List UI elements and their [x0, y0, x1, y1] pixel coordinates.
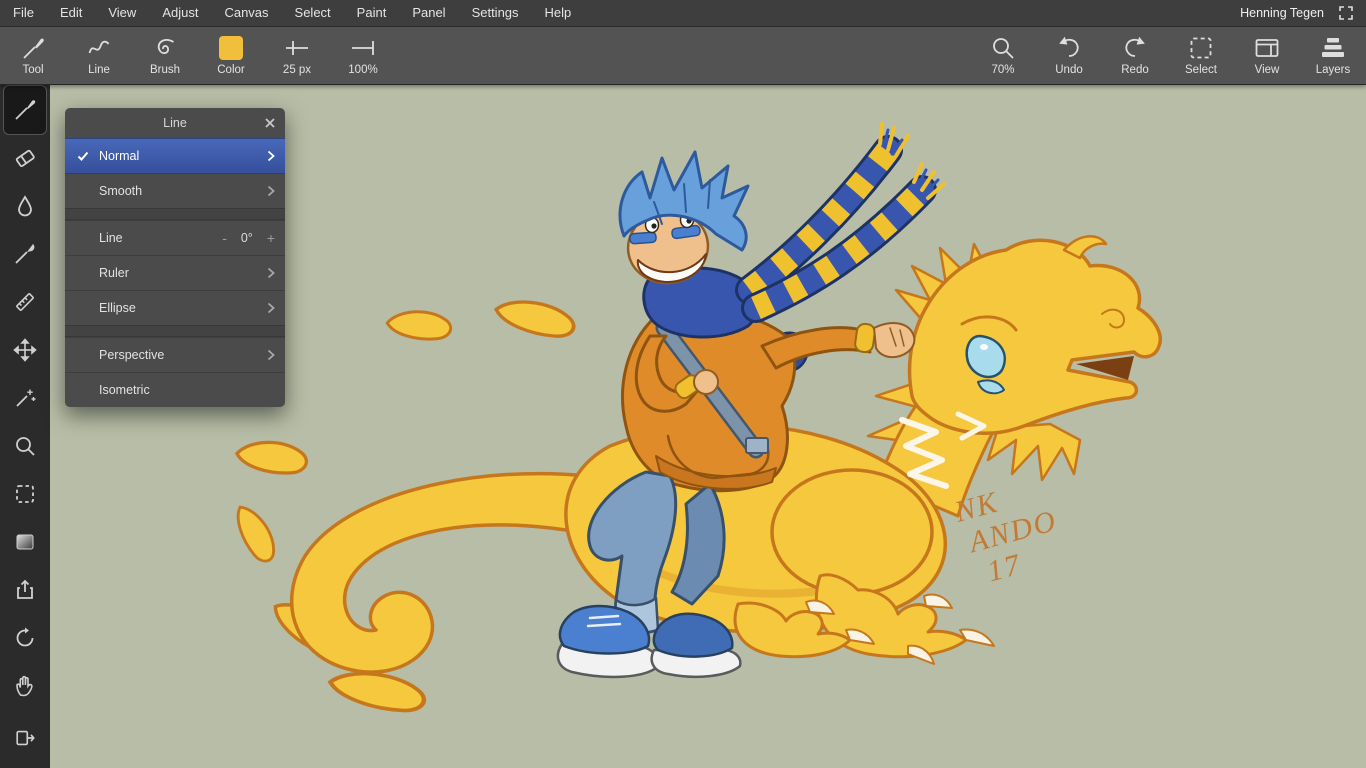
gradient-icon	[13, 530, 37, 554]
menu-help[interactable]: Help	[532, 0, 585, 26]
rotate-reset-icon	[13, 626, 37, 650]
line-button[interactable]: Line	[66, 27, 132, 84]
hand-icon	[13, 674, 37, 698]
chevron-right-icon	[267, 302, 275, 314]
menu-edit[interactable]: Edit	[47, 0, 95, 26]
move-icon	[13, 338, 37, 362]
layers-icon	[1320, 35, 1346, 61]
brush-button[interactable]: Brush	[132, 27, 198, 84]
color-button[interactable]: Color	[198, 27, 264, 84]
panel-row-ruler[interactable]: Ruler	[65, 255, 285, 290]
collapse-panel-button[interactable]	[4, 714, 46, 762]
chevron-right-icon	[267, 267, 275, 279]
opacity-button[interactable]: 100%	[330, 27, 396, 84]
size-slider-icon	[284, 35, 310, 61]
brush-size-button[interactable]: 25 px	[264, 27, 330, 84]
panel-row-line-angle: Line - 0° +	[65, 220, 285, 255]
panel-row-smooth[interactable]: Smooth	[65, 173, 285, 208]
view-button[interactable]: View	[1234, 27, 1300, 84]
tool-zoom[interactable]	[4, 422, 46, 470]
opacity-slider-icon	[350, 35, 376, 61]
dock-arrow-icon	[14, 727, 36, 749]
wand-icon	[13, 386, 37, 410]
tool-ruler[interactable]	[4, 278, 46, 326]
menu-paint[interactable]: Paint	[344, 0, 400, 26]
menu-select[interactable]: Select	[282, 0, 344, 26]
panel-divider	[65, 208, 285, 220]
fullscreen-icon[interactable]	[1338, 5, 1354, 21]
user-account[interactable]: Henning Tegen	[1240, 6, 1324, 20]
angle-decrease-button[interactable]: -	[222, 230, 227, 246]
tool-sidebar	[0, 84, 50, 768]
panel-row-perspective[interactable]: Perspective	[65, 337, 285, 372]
redo-icon	[1122, 35, 1148, 61]
zoom-level-button[interactable]: 70%	[970, 27, 1036, 84]
tool-smudge[interactable]	[4, 182, 46, 230]
eraser-icon	[13, 146, 37, 170]
checkmark-icon	[77, 150, 99, 162]
layers-button[interactable]: Layers	[1300, 27, 1366, 84]
undo-icon	[1056, 35, 1082, 61]
select-button[interactable]: Select	[1168, 27, 1234, 84]
toolbar: Tool Line Brush	[0, 27, 1366, 85]
menu-settings[interactable]: Settings	[459, 0, 532, 26]
color-swatch	[218, 35, 244, 61]
menu-canvas[interactable]: Canvas	[211, 0, 281, 26]
droplet-icon	[13, 194, 37, 218]
ruler-icon	[13, 290, 37, 314]
redo-button[interactable]: Redo	[1102, 27, 1168, 84]
chevron-right-icon	[267, 349, 275, 361]
brush-icon	[20, 35, 46, 61]
magnifier-icon	[13, 434, 37, 458]
share-icon	[13, 578, 37, 602]
tool-cutter[interactable]	[4, 230, 46, 278]
panel-row-normal[interactable]: Normal	[65, 138, 285, 173]
undo-button[interactable]: Undo	[1036, 27, 1102, 84]
close-icon[interactable]	[263, 116, 277, 130]
panel-row-isometric[interactable]: Isometric	[65, 372, 285, 407]
tool-gradient[interactable]	[4, 518, 46, 566]
tool-button[interactable]: Tool	[0, 27, 66, 84]
tool-hand[interactable]	[4, 662, 46, 710]
tool-brush[interactable]	[4, 86, 46, 134]
panel-divider	[65, 325, 285, 337]
chevron-right-icon	[267, 185, 275, 197]
menu-view[interactable]: View	[95, 0, 149, 26]
menubar: File Edit View Adjust Canvas Select Pain…	[0, 0, 1366, 27]
window-icon	[1254, 35, 1280, 61]
magnifier-icon	[990, 35, 1016, 61]
marquee-icon	[13, 482, 37, 506]
panel-title: Line	[65, 108, 285, 138]
chevron-right-icon	[267, 150, 275, 162]
menu-panel[interactable]: Panel	[399, 0, 458, 26]
angle-increase-button[interactable]: +	[267, 230, 275, 246]
panel-row-ellipse[interactable]: Ellipse	[65, 290, 285, 325]
menu-adjust[interactable]: Adjust	[149, 0, 211, 26]
tool-reset-view[interactable]	[4, 614, 46, 662]
tool-eraser[interactable]	[4, 134, 46, 182]
squiggle-line-icon	[86, 35, 112, 61]
marquee-icon	[1188, 35, 1214, 61]
tool-share[interactable]	[4, 566, 46, 614]
brush-icon	[13, 98, 37, 122]
app-window: File Edit View Adjust Canvas Select Pain…	[0, 0, 1366, 768]
brush-curl-icon	[152, 35, 178, 61]
tool-wand[interactable]	[4, 374, 46, 422]
menu-file[interactable]: File	[0, 0, 47, 26]
tool-marquee-select[interactable]	[4, 470, 46, 518]
angle-value: 0°	[241, 231, 253, 245]
scalpel-icon	[13, 242, 37, 266]
tool-move[interactable]	[4, 326, 46, 374]
line-options-panel: Line Normal Smooth Line	[65, 108, 285, 407]
